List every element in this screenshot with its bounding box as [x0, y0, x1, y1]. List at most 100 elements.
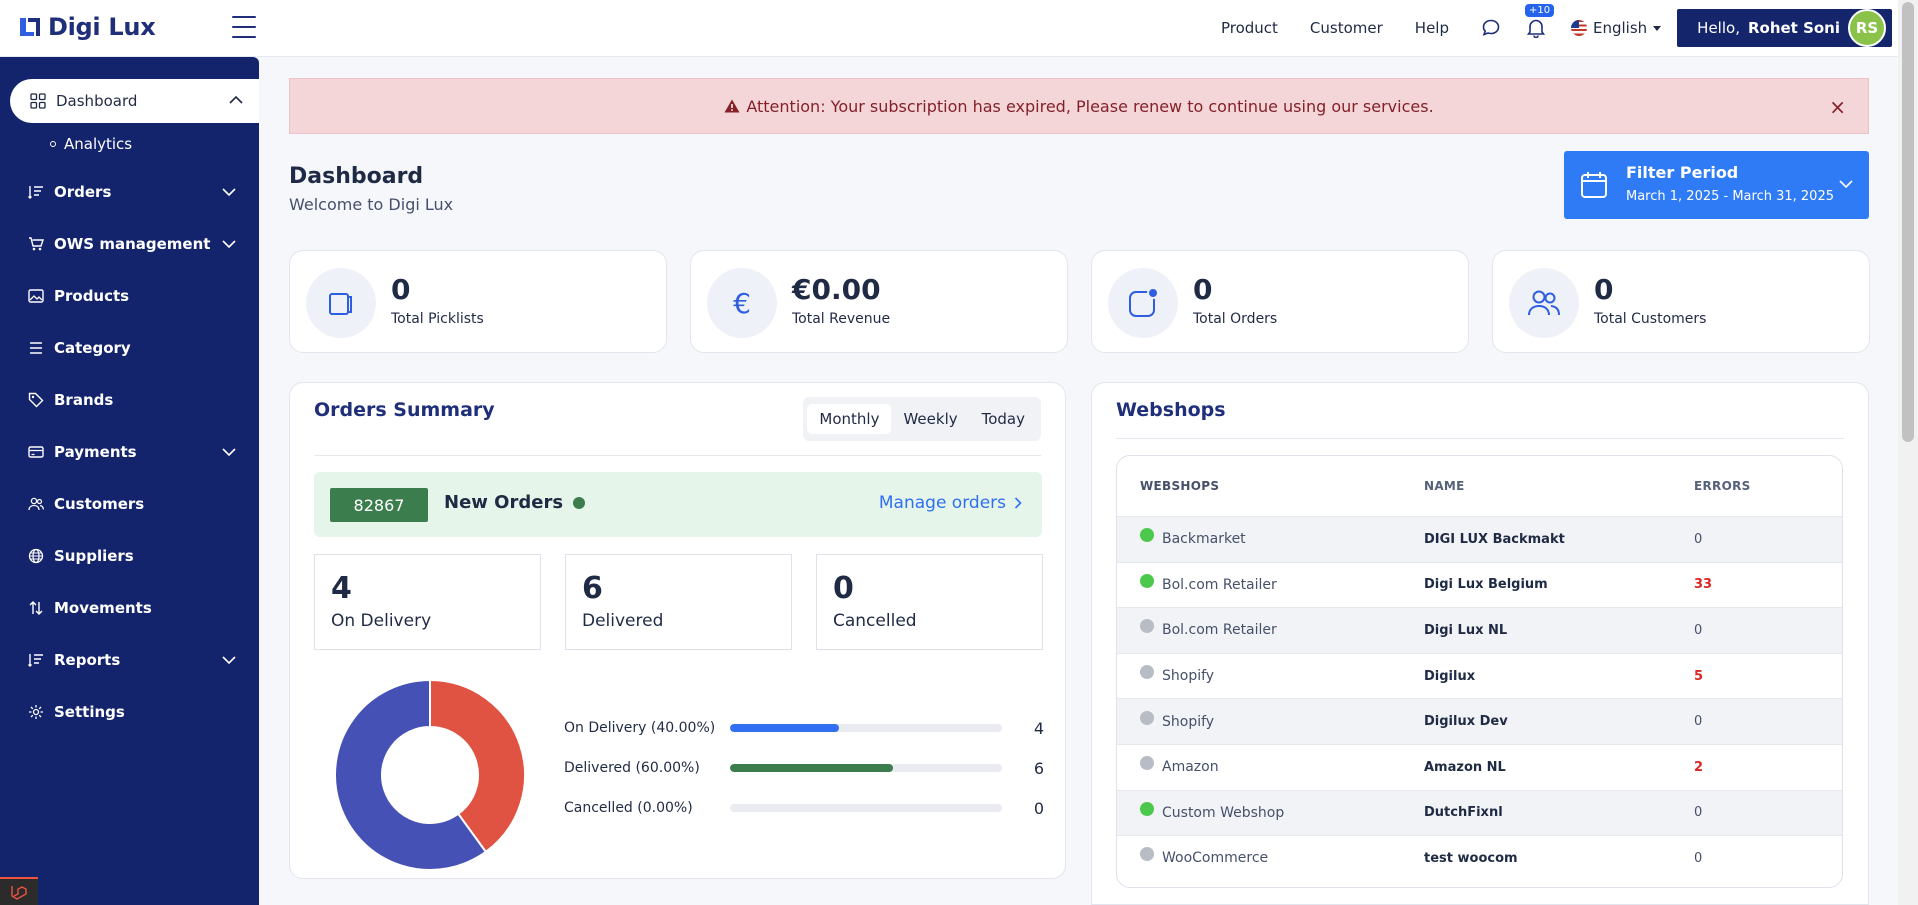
logo-icon: [20, 18, 40, 36]
sidebar-item-suppliers[interactable]: Suppliers: [28, 541, 248, 571]
status-dot-icon: [1140, 619, 1154, 634]
table-row[interactable]: Bol.com Retailer Digi Lux Belgium 33: [1117, 561, 1842, 608]
orders-donut-chart: [334, 678, 526, 871]
alert-text: Attention: Your subscription has expired…: [746, 96, 1434, 116]
menu-lines-icon: [28, 340, 44, 356]
sidebar-item-products[interactable]: Products: [28, 281, 248, 311]
sidebar-item-orders[interactable]: Orders: [28, 177, 248, 207]
errors-cell: 33: [1694, 577, 1713, 593]
platform-name: Shopify: [1162, 668, 1215, 685]
sidebar-item-brands[interactable]: Brands: [28, 385, 248, 415]
table-row[interactable]: Amazon Amazon NL 2: [1117, 743, 1842, 790]
webshop-name-cell: DutchFixnl: [1424, 805, 1503, 821]
status-dot-icon: [1140, 847, 1154, 862]
tab-weekly[interactable]: Weekly: [891, 404, 969, 434]
cancelled-box: 0 Cancelled: [816, 554, 1043, 650]
menu-toggle-icon[interactable]: [232, 16, 256, 38]
notification-bell[interactable]: +10: [1525, 4, 1555, 38]
table-row[interactable]: WooCommerce test woocom 0: [1117, 835, 1842, 881]
tab-today[interactable]: Today: [970, 404, 1037, 434]
notification-badge: +10: [1525, 4, 1555, 17]
chat-icon[interactable]: [1481, 18, 1501, 38]
chevron-down-icon: [222, 240, 236, 249]
progress-track: [730, 724, 1002, 732]
us-flag-icon: [1571, 20, 1587, 36]
chevron-down-icon: [1839, 180, 1853, 189]
status-dot-icon: [1140, 710, 1154, 725]
sidebar-item-customers[interactable]: Customers: [28, 489, 248, 519]
status-dot-icon: [1140, 665, 1154, 680]
period-tabs: Monthly Weekly Today: [803, 397, 1041, 441]
sidebar-item-reports[interactable]: Reports: [28, 645, 248, 675]
grid-icon: [30, 93, 46, 109]
webshop-platform-cell: Shopify: [1117, 710, 1424, 730]
manage-orders-link[interactable]: Manage orders: [879, 493, 1022, 513]
page-subtitle: Welcome to Digi Lux: [289, 195, 454, 214]
filter-period-button[interactable]: Filter Period March 1, 2025 - March 31, …: [1564, 151, 1869, 219]
filter-range: March 1, 2025 - March 31, 2025: [1626, 189, 1834, 204]
stat-card-orders: 0 Total Orders: [1091, 250, 1469, 353]
sidebar-item-settings[interactable]: Settings: [28, 697, 248, 727]
status-dot-icon: [1140, 756, 1154, 771]
greeting-text: Hello,: [1697, 19, 1740, 37]
webshop-name-cell: DIGI LUX Backmakt: [1424, 531, 1565, 547]
divider: [1116, 438, 1844, 439]
sidebar-item-movements[interactable]: Movements: [28, 593, 248, 623]
webshop-platform-cell: Backmarket: [1117, 528, 1424, 547]
sidebar-item-analytics[interactable]: Analytics: [50, 135, 132, 153]
table-row[interactable]: Shopify Digilux 5: [1117, 652, 1842, 699]
users-icon: [28, 496, 44, 512]
laravel-debug-icon[interactable]: [0, 877, 38, 905]
platform-name: WooCommerce: [1162, 850, 1269, 867]
progress-fill: [730, 724, 839, 732]
stat-value: 0: [1594, 273, 1614, 306]
divider: [314, 455, 1041, 456]
nav-link-help[interactable]: Help: [1415, 19, 1449, 37]
table-row[interactable]: Custom Webshop DutchFixnl 0: [1117, 789, 1842, 836]
webshop-name-cell: Digi Lux Belgium: [1424, 577, 1548, 593]
brand[interactable]: Digi Lux: [18, 13, 156, 41]
list-sort-icon: [28, 652, 44, 668]
table-header: WEBSHOPS NAME ERRORS: [1117, 456, 1842, 516]
close-icon[interactable]: ×: [1829, 95, 1846, 119]
webshop-name-cell: Digilux: [1424, 668, 1476, 684]
sidebar-item-dashboard[interactable]: Dashboard: [10, 79, 259, 123]
errors-cell: 0: [1694, 805, 1703, 821]
subscription-alert: Attention: Your subscription has expired…: [289, 78, 1869, 134]
webshop-name-cell: test woocom: [1424, 850, 1518, 866]
top-bar: Digi Lux Product Customer Help +10 Engli…: [0, 0, 1898, 57]
progress-fill: [730, 764, 894, 772]
chevron-down-icon: [222, 188, 236, 197]
legend-row-on-delivery: On Delivery (40.00%) 4: [564, 718, 1044, 738]
table-row[interactable]: Backmarket DIGI LUX Backmakt 0: [1117, 516, 1842, 562]
stat-label: Total Revenue: [792, 311, 891, 327]
orders-summary-card: Orders Summary Monthly Weekly Today 8286…: [289, 382, 1066, 879]
webshop-name-cell: Amazon NL: [1424, 759, 1506, 775]
tab-monthly[interactable]: Monthly: [807, 404, 892, 434]
webshop-platform-cell: Shopify: [1117, 665, 1424, 685]
user-menu[interactable]: Hello, Rohet Soni RS: [1677, 9, 1892, 47]
box-value: 0: [833, 571, 854, 606]
sidebar-item-payments[interactable]: Payments: [28, 437, 248, 467]
nav-link-product[interactable]: Product: [1221, 19, 1278, 37]
language-selector[interactable]: English: [1571, 19, 1662, 37]
credit-card-icon: [28, 444, 44, 460]
stat-card-customers: 0 Total Customers: [1492, 250, 1870, 353]
chevron-right-icon: [1014, 497, 1022, 509]
brand-name: Digi Lux: [48, 13, 156, 41]
errors-cell: 2: [1694, 759, 1704, 775]
sidebar-item-category[interactable]: Category: [28, 333, 248, 363]
table-row[interactable]: Shopify Digilux Dev 0: [1117, 698, 1842, 744]
webshop-name-cell: Digi Lux NL: [1424, 622, 1508, 638]
platform-name: Custom Webshop: [1162, 804, 1285, 821]
table-row[interactable]: Bol.com Retailer Digi Lux NL 0: [1117, 607, 1842, 653]
legend-value: 6: [1033, 758, 1044, 778]
nav-link-customer[interactable]: Customer: [1310, 19, 1383, 37]
sidebar-item-ows-management[interactable]: OWS management: [28, 229, 248, 259]
errors-cell: 0: [1694, 850, 1703, 866]
webshops-table: WEBSHOPS NAME ERRORS Backmarket DIGI LUX …: [1116, 455, 1843, 888]
webshops-rows: Backmarket DIGI LUX Backmakt 0 Bol.com Reta…: [1117, 516, 1842, 881]
page-scrollbar[interactable]: [1898, 0, 1918, 905]
box-value: 4: [331, 571, 352, 606]
tag-icon: [28, 392, 44, 408]
